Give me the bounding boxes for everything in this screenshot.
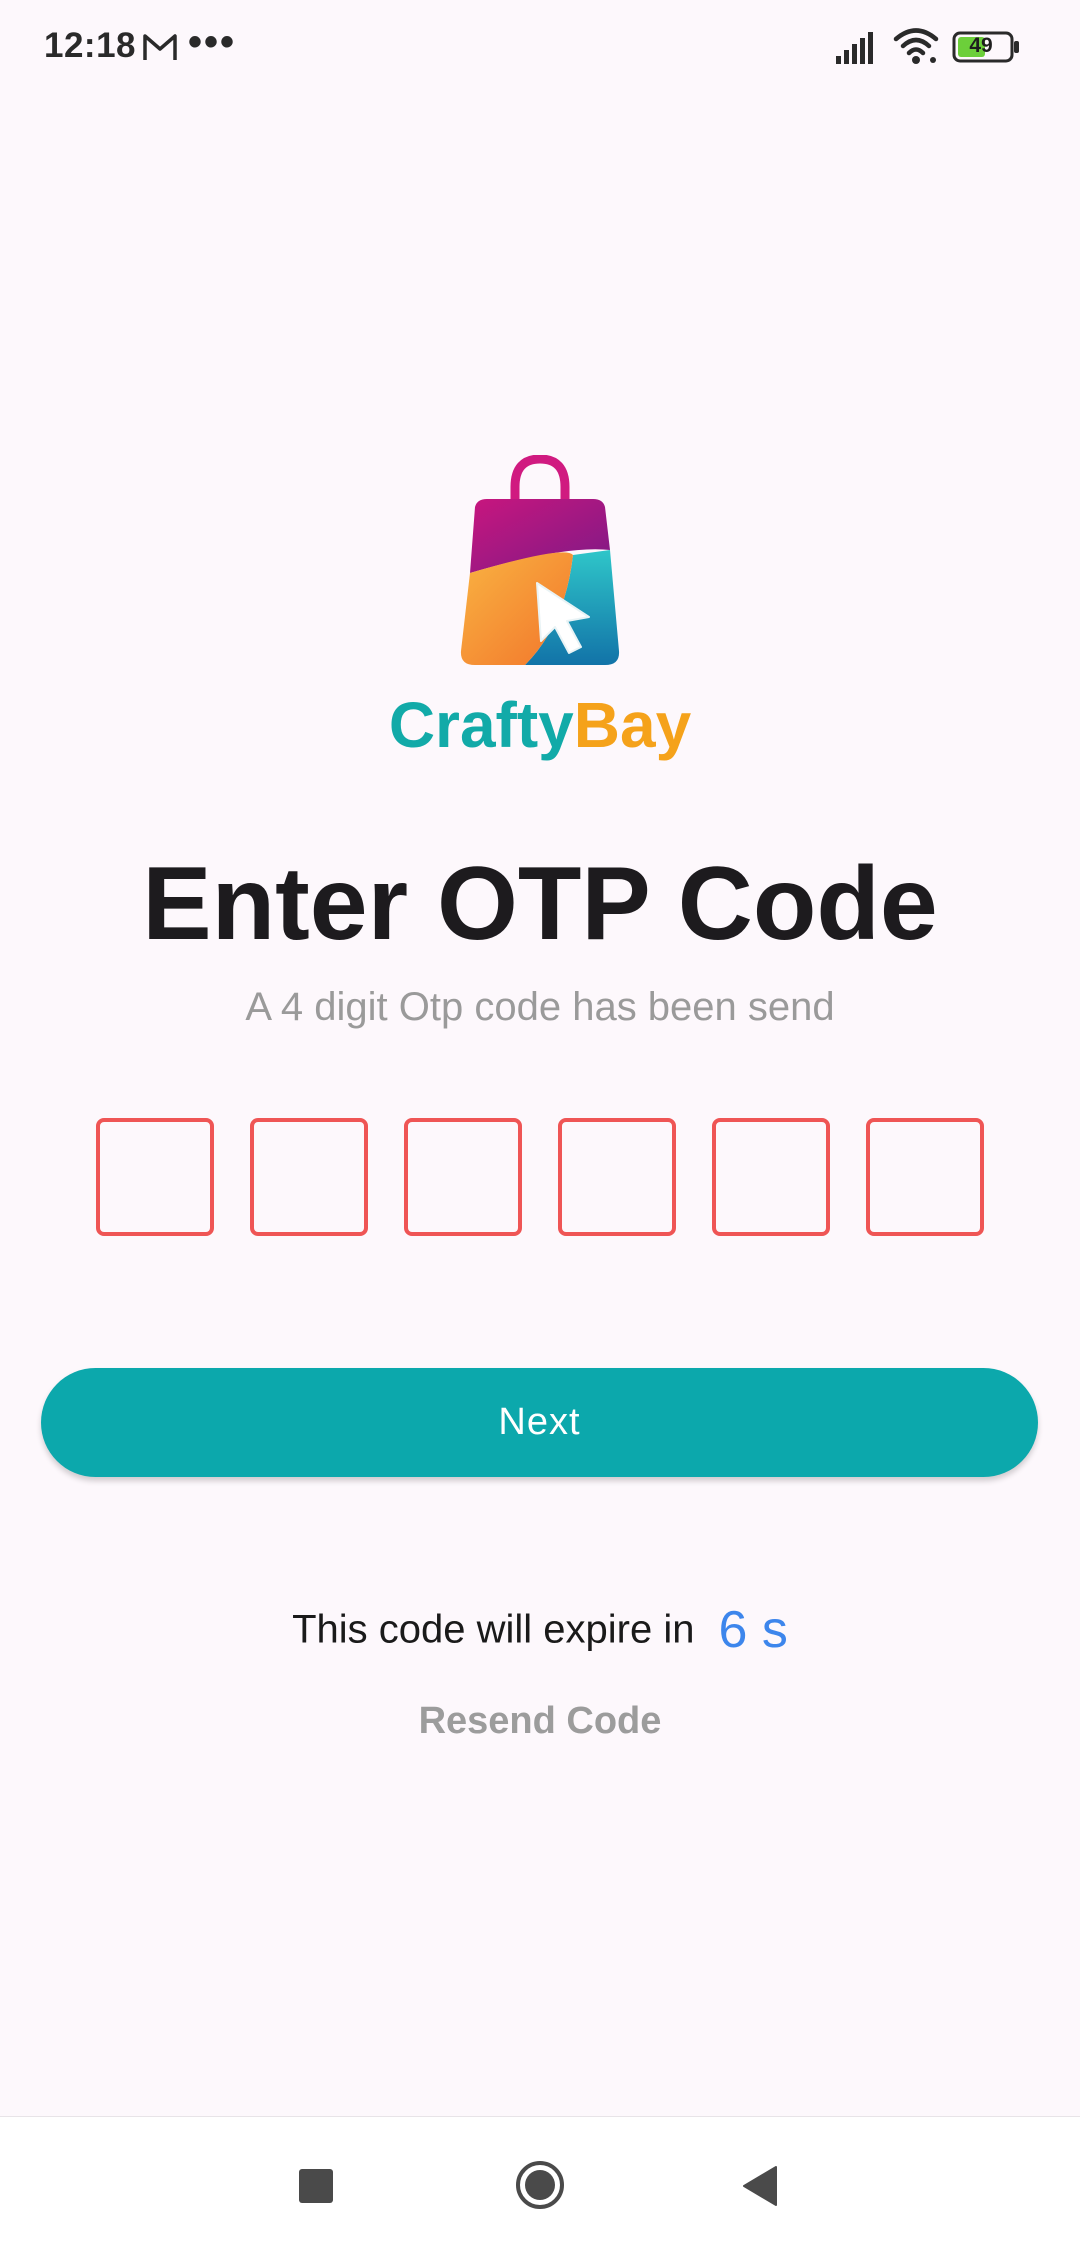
expiry-label: This code will expire in bbox=[292, 1607, 695, 1652]
wifi-icon bbox=[893, 28, 939, 64]
back-icon[interactable] bbox=[742, 2165, 778, 2207]
otp-screen: 12:18 ••• 49 CraftyBay Enter OTP Code A … bbox=[0, 0, 1080, 2246]
home-icon[interactable] bbox=[514, 2159, 566, 2211]
status-more-dots: ••• bbox=[188, 20, 237, 64]
crafty-bay-logo-text: CraftyBay bbox=[0, 688, 1080, 762]
gmail-icon bbox=[143, 34, 177, 60]
otp-digit-6[interactable] bbox=[866, 1118, 984, 1236]
resend-code-button[interactable]: Resend Code bbox=[0, 1700, 1080, 1743]
page-title: Enter OTP Code bbox=[142, 846, 938, 962]
recent-apps-icon[interactable] bbox=[299, 2169, 333, 2203]
status-bar: 12:18 ••• 49 bbox=[0, 0, 1080, 96]
status-time: 12:18 bbox=[44, 26, 137, 65]
expiry-countdown: 6 s bbox=[718, 1601, 788, 1659]
logo-text-bay: Bay bbox=[573, 689, 692, 761]
battery-level: 49 bbox=[969, 34, 993, 57]
crafty-bay-bag-logo bbox=[460, 455, 620, 665]
otp-digit-2[interactable] bbox=[250, 1118, 368, 1236]
system-nav-bar bbox=[0, 2116, 1080, 2246]
page-subtitle: A 4 digit Otp code has been send bbox=[245, 985, 835, 1029]
otp-input-row bbox=[96, 1118, 984, 1240]
signal-icon bbox=[836, 32, 873, 64]
logo-text-crafty: Crafty bbox=[388, 689, 574, 761]
otp-digit-3[interactable] bbox=[404, 1118, 522, 1236]
otp-digit-5[interactable] bbox=[712, 1118, 830, 1236]
otp-digit-4[interactable] bbox=[558, 1118, 676, 1236]
otp-digit-1[interactable] bbox=[96, 1118, 214, 1236]
next-button[interactable]: Next bbox=[41, 1368, 1038, 1477]
expiry-row: This code will expire in 6 s bbox=[0, 1600, 1080, 1670]
